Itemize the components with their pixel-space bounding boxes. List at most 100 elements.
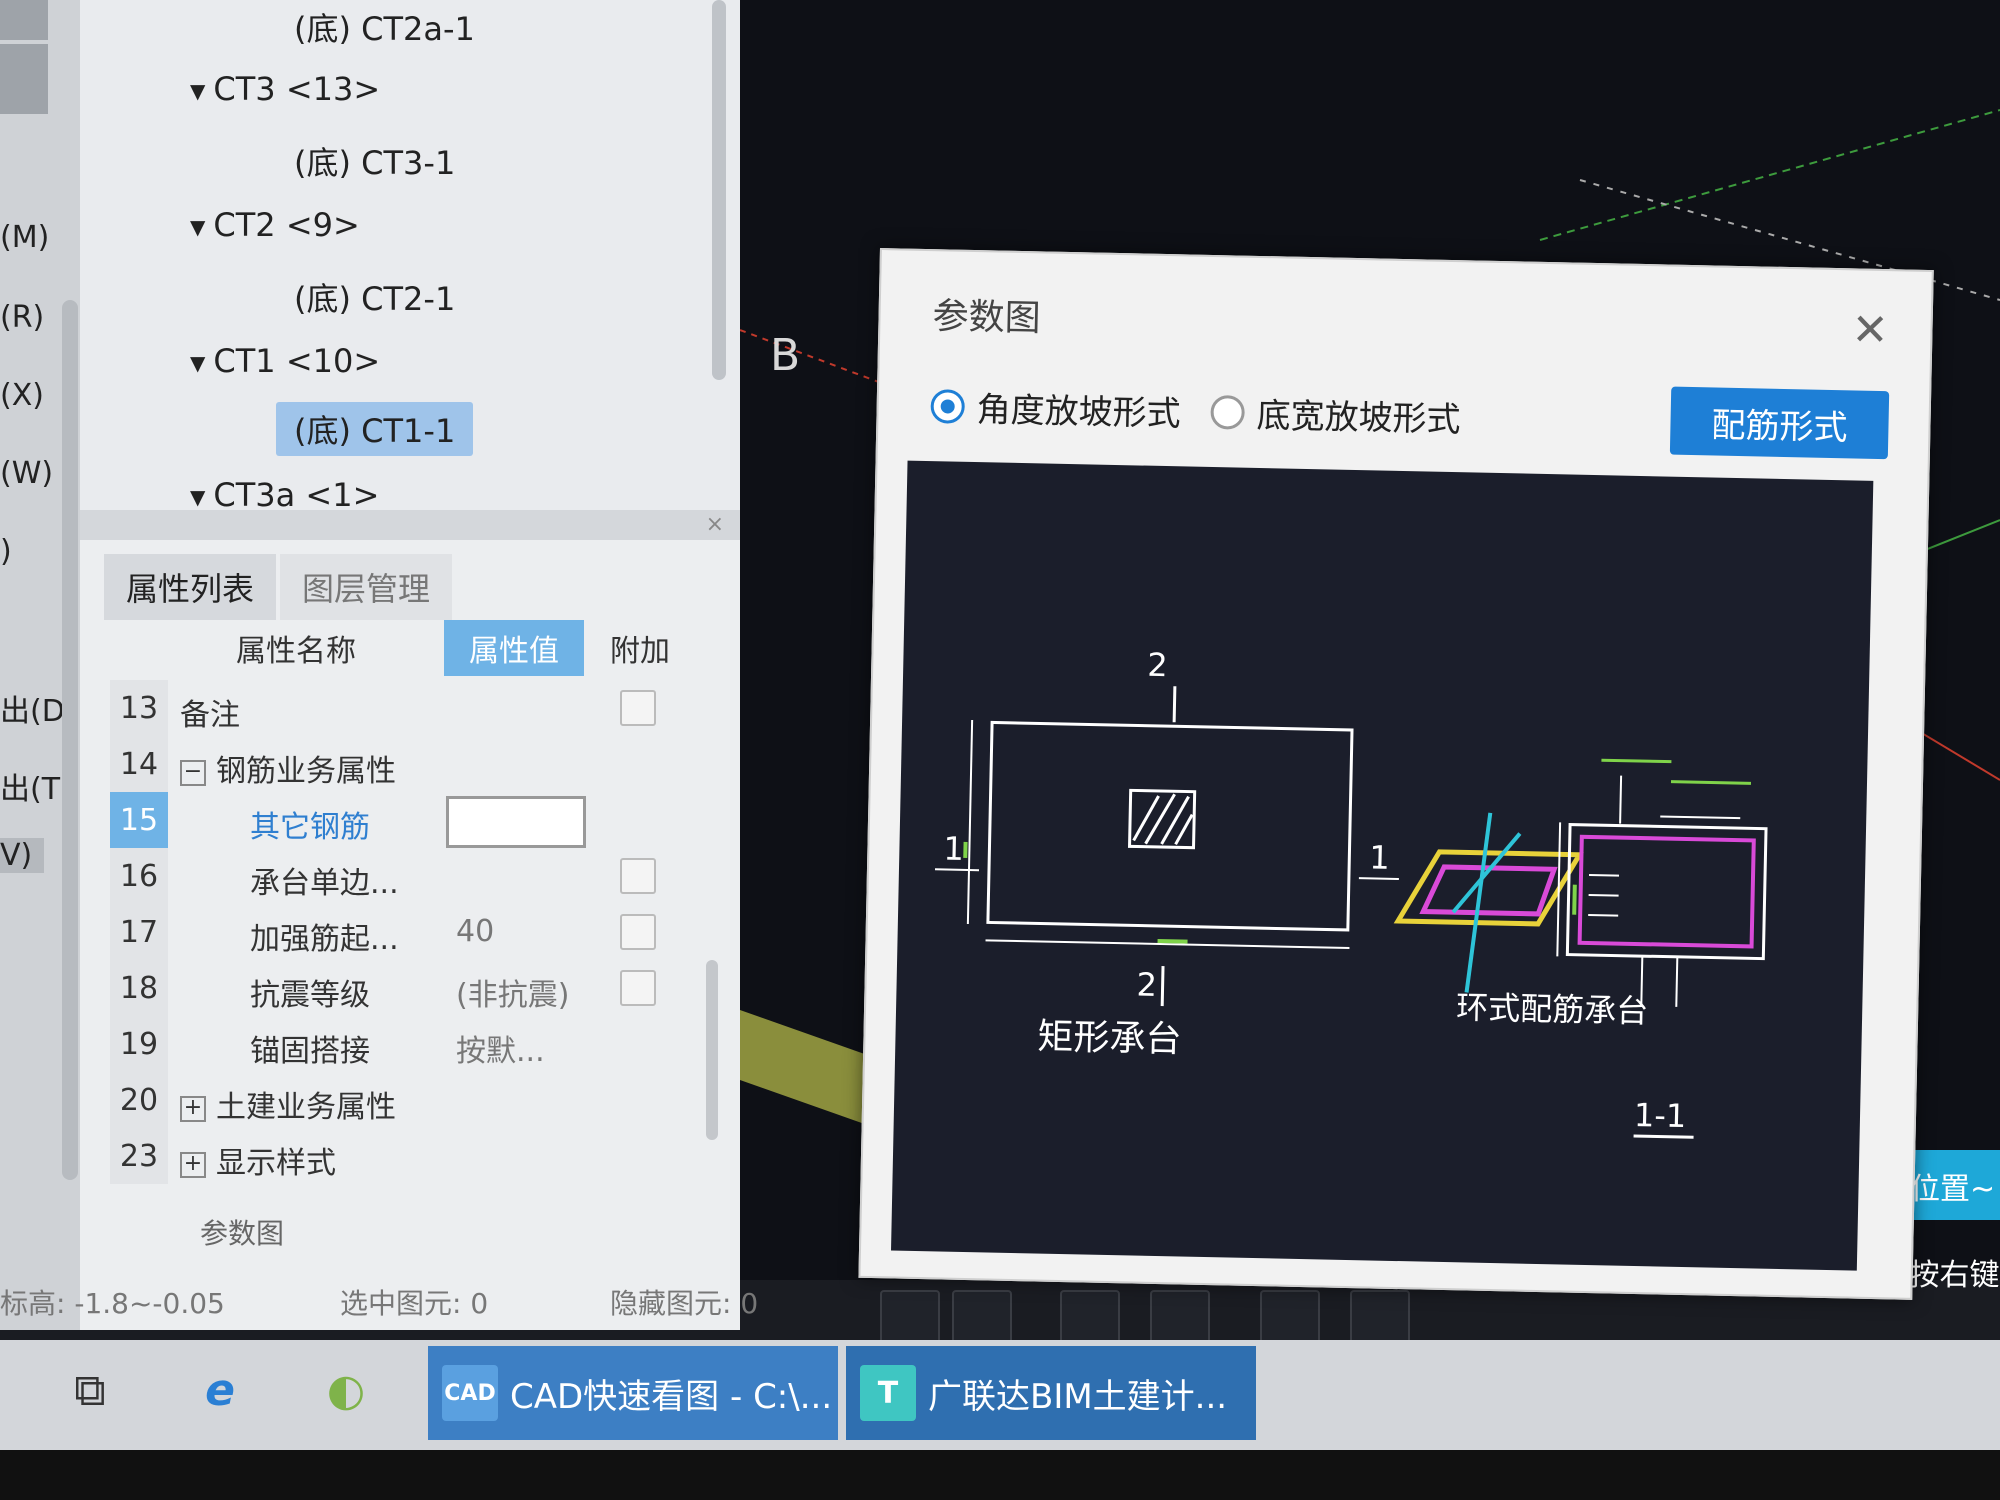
dim-label-right: 1 [1368, 838, 1391, 877]
radio-label[interactable]: 角度放坡形式 [976, 382, 1181, 435]
extra-checkbox[interactable] [620, 858, 656, 894]
row-number: 14 [110, 736, 168, 792]
slope-form-options: 角度放坡形式 底宽放坡形式 [930, 381, 1461, 441]
tree-item-selected[interactable]: (底) CT1-1 [276, 402, 474, 456]
row-number: 20 [110, 1072, 168, 1128]
tab-property-list[interactable]: 属性列表 [104, 554, 277, 620]
params-dialog: 参数图 ✕ 角度放坡形式 底宽放坡形式 配筋形式 2 2 1 1 矩形承台 环式… [858, 248, 1934, 1300]
caption-rectangular-cap: 矩形承台 [1037, 1016, 1182, 1061]
property-name: − 钢筋业务属性 [180, 746, 396, 790]
property-scrollbar[interactable] [706, 960, 718, 1140]
table-row[interactable]: 19 锚固搭接 按默... [110, 1016, 710, 1072]
elevation-status: 标高: -1.8~-0.05 [0, 1287, 225, 1320]
hidden-count-status: 隐藏图元: 0 [610, 1287, 759, 1320]
row-number: 23 [110, 1128, 168, 1184]
expand-arrow-icon[interactable]: ▼ [190, 215, 205, 239]
property-name: 抗震等级 [250, 978, 370, 1013]
expand-arrow-icon[interactable]: ▼ [190, 79, 205, 103]
property-value[interactable]: (非抗震) [456, 970, 569, 1014]
close-icon[interactable]: ✕ [1851, 304, 1889, 356]
row-number: 18 [110, 960, 168, 1016]
expand-icon[interactable]: + [180, 1095, 206, 1122]
table-row[interactable]: 16 承台单边... [110, 848, 710, 904]
task-view-icon[interactable]: ⧉ [60, 1360, 120, 1420]
dialog-title: 参数图 [932, 296, 1041, 340]
collapse-icon[interactable]: − [180, 759, 206, 786]
screen-bezel [0, 1450, 2000, 1500]
column-header-value: 属性值 [444, 620, 584, 676]
component-tree: (底) CT2a-1 ▼ CT3 <13> (底) CT3-1 ▼ CT2 <9> … [80, 0, 740, 510]
radio-label[interactable]: 底宽放坡形式 [1256, 388, 1461, 441]
row-number: 16 [110, 848, 168, 904]
params-diagram-link[interactable]: 参数图 [200, 1212, 284, 1252]
property-value-input[interactable] [446, 796, 586, 848]
row-number: 19 [110, 1016, 168, 1072]
axis-label: B [770, 330, 801, 381]
property-value[interactable]: 40 [456, 914, 494, 949]
table-row[interactable]: 18 抗震等级 (非抗震) [110, 960, 710, 1016]
tree-scrollbar[interactable] [712, 0, 726, 380]
property-name: 加强筋起... [250, 922, 399, 957]
property-name: + 土建业务属性 [180, 1082, 396, 1126]
column-header-extra: 附加 [610, 634, 670, 669]
tree-group[interactable]: ▼ CT1 <10> [190, 342, 380, 380]
glodon-app-icon: T [860, 1365, 916, 1421]
parameter-diagram: 2 2 1 1 矩形承台 环式配筋承台 1-1 [891, 460, 1874, 1271]
property-value[interactable]: 按默... [456, 1026, 545, 1070]
tree-item[interactable]: (底) CT2-1 [294, 274, 455, 320]
menu-label[interactable]: (M) [0, 220, 49, 255]
menu-block [0, 44, 48, 114]
section-label: 1-1 [1633, 1095, 1687, 1136]
menu-label[interactable]: (X) [0, 378, 44, 413]
tree-item[interactable]: (底) CT2a-1 [294, 4, 475, 50]
extra-checkbox[interactable] [620, 970, 656, 1006]
menu-label[interactable]: ) [0, 534, 12, 569]
cad-app-icon: CAD [442, 1365, 498, 1421]
table-row[interactable]: 14 − 钢筋业务属性 [110, 736, 710, 792]
extra-checkbox[interactable] [620, 690, 656, 726]
dim-label-bottom: 2 [1136, 965, 1158, 1004]
row-number: 13 [110, 680, 168, 736]
column-header-name: 属性名称 [236, 634, 356, 669]
selected-count-status: 选中图元: 0 [340, 1287, 489, 1320]
tree-group[interactable]: ▼ CT3 <13> [190, 70, 380, 108]
task-cad-viewer[interactable]: CAD CAD快速看图 - C:\... [428, 1346, 838, 1440]
table-row[interactable]: 23 + 显示样式 [110, 1128, 710, 1184]
table-row-selected[interactable]: 15 其它钢筋 [110, 792, 710, 848]
tree-group[interactable]: ▼ CT3a <1> [190, 476, 379, 510]
tree-item[interactable]: (底) CT3-1 [294, 138, 455, 184]
expand-arrow-icon[interactable]: ▼ [190, 351, 205, 375]
property-name: 锚固搭接 [250, 1034, 370, 1069]
menu-label[interactable]: (W) [0, 456, 53, 491]
task-glodon-bim[interactable]: T 广联达BIM土建计... [846, 1346, 1256, 1440]
property-tabs: 属性列表 图层管理 [104, 554, 456, 620]
menu-label-active[interactable]: V) [0, 838, 45, 873]
tree-group[interactable]: ▼ CT2 <9> [190, 206, 360, 244]
expand-arrow-icon[interactable]: ▼ [190, 485, 205, 509]
menu-block [0, 0, 48, 40]
radio-width-slope[interactable] [1210, 394, 1245, 430]
table-row[interactable]: 20 + 土建业务属性 [110, 1072, 710, 1128]
property-panel: 属性列表 图层管理 属性名称 属性值 附加 13 备注 14 − 钢筋业务属性 1… [80, 540, 740, 1330]
dim-label-left: 1 [943, 829, 965, 868]
menu-label[interactable]: 出(T) [0, 764, 72, 808]
row-number: 17 [110, 904, 168, 960]
app-globe-icon[interactable]: ◐ [316, 1360, 376, 1420]
tab-layer-management[interactable]: 图层管理 [280, 554, 453, 620]
property-name: + 显示样式 [180, 1138, 336, 1182]
table-row[interactable]: 17 加强筋起... 40 [110, 904, 710, 960]
left-menu-strip: (M) (R) (X) (W) ) 出(D) 出(T) V) [0, 0, 80, 1330]
close-icon[interactable]: × [706, 512, 724, 537]
task-label: CAD快速看图 - C:\... [510, 1376, 833, 1417]
task-label: 广联达BIM土建计... [928, 1376, 1228, 1417]
rebar-form-button[interactable]: 配筋形式 [1669, 386, 1890, 460]
radio-angle-slope[interactable] [930, 388, 966, 424]
menu-label[interactable]: (R) [0, 300, 44, 335]
left-scrollbar[interactable] [62, 300, 78, 1180]
expand-icon[interactable]: + [180, 1151, 206, 1178]
table-row[interactable]: 13 备注 [110, 680, 710, 736]
property-name: 承台单边... [250, 866, 399, 901]
ie-browser-icon[interactable]: e [190, 1360, 250, 1420]
property-name: 其它钢筋 [250, 810, 370, 845]
extra-checkbox[interactable] [620, 914, 656, 950]
